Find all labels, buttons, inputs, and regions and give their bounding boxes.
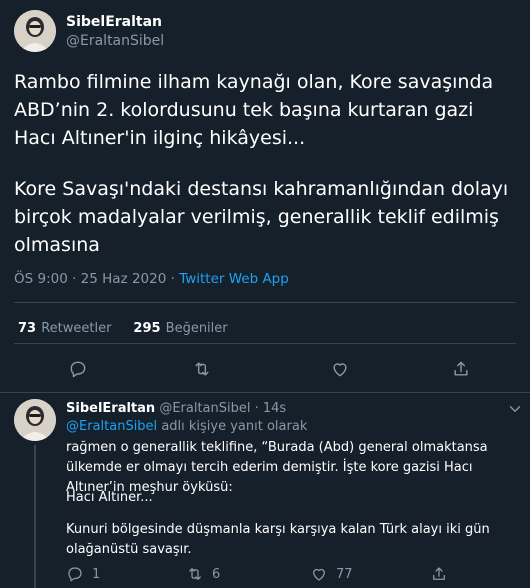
share-button[interactable] <box>451 359 471 379</box>
reply-icon <box>68 567 82 582</box>
reply-timestamp[interactable]: · 14s <box>255 401 287 416</box>
reply-like-button[interactable]: 77 <box>310 565 353 583</box>
like-icon <box>333 363 347 377</box>
tweet-stats: 73 Retweetler 295 Beğeniler <box>18 317 228 336</box>
tweet-meta: ÖS 9:00 · 25 Haz 2020 · Twitter Web App <box>14 271 289 287</box>
likes-stat[interactable]: 295 Beğeniler <box>133 317 227 336</box>
replying-to-label: adlı kişiye yanıt olarak <box>161 419 308 434</box>
share-icon <box>433 567 445 580</box>
likes-count: 295 <box>133 321 161 336</box>
replying-to: @EraltanSibel adlı kişiye yanıt olarak <box>66 419 307 434</box>
reply-icon <box>70 361 86 378</box>
reply-paragraph-3: Kunuri bölgesinde düşmanla karşı karşıya… <box>66 522 490 557</box>
tweet-text-part2: Kore Savaşı'ndaki destansı kahramanlığın… <box>14 178 515 256</box>
like-icon <box>313 568 325 581</box>
author-handle[interactable]: @EraltanSibel <box>66 33 164 49</box>
divider <box>14 343 516 344</box>
retweet-icon <box>195 362 209 376</box>
retweets-count: 73 <box>18 321 37 336</box>
more-options-button[interactable] <box>506 400 524 422</box>
reply-share-button[interactable] <box>430 565 448 583</box>
reply-reply-button[interactable]: 1 <box>66 565 100 583</box>
reply-actions: 1 6 77 <box>66 565 520 585</box>
retweet-button[interactable] <box>192 359 212 379</box>
tweet-source-link[interactable]: Twitter Web App <box>179 271 289 287</box>
retweets-label: Retweetler <box>41 321 112 336</box>
chevron-down-icon <box>509 406 521 412</box>
retweet-count: 6 <box>212 566 221 582</box>
author-avatar[interactable] <box>14 10 56 52</box>
divider <box>14 302 516 303</box>
replying-to-mention[interactable]: @EraltanSibel <box>66 419 157 434</box>
tweet-timestamp[interactable]: ÖS 9:00 · 25 Haz 2020 · <box>14 271 175 287</box>
retweet-icon <box>189 568 201 580</box>
share-icon <box>454 361 468 376</box>
reply-retweet-button[interactable]: 6 <box>186 565 220 583</box>
reply-author-handle[interactable]: @EraltanSibel <box>159 401 250 416</box>
reply-paragraph-2: Hacı Altıner... <box>66 490 153 505</box>
author-name[interactable]: SibelEraltan <box>66 14 162 30</box>
reply-author-avatar[interactable] <box>14 399 56 441</box>
likes-label: Beğeniler <box>165 321 228 336</box>
reply-count: 1 <box>92 566 101 582</box>
like-count: 77 <box>336 566 353 582</box>
divider <box>0 392 530 393</box>
retweets-stat[interactable]: 73 Retweetler <box>18 317 111 336</box>
reply-button[interactable] <box>68 359 88 379</box>
reply-header: SibelEraltan @EraltanSibel · 14s <box>66 401 286 416</box>
thread-line <box>34 445 36 588</box>
like-button[interactable] <box>330 359 350 379</box>
tweet-actions <box>14 356 516 382</box>
reply-author-name[interactable]: SibelEraltan <box>66 401 155 416</box>
tweet-text-part1: Rambo filmine ilham kaynağı olan, Kore s… <box>14 71 500 149</box>
